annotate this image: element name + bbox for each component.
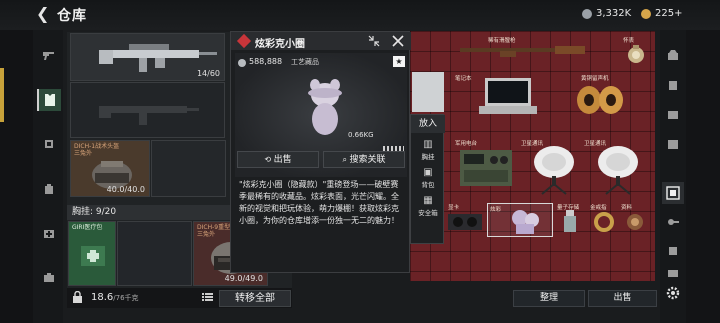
page-title: 仓库 xyxy=(57,8,87,24)
lock-icon[interactable] xyxy=(72,290,84,303)
empty-slot[interactable] xyxy=(151,140,226,197)
medkit-item-icon xyxy=(81,246,105,266)
currency-1-value: 3,332K xyxy=(596,8,632,19)
label-laptop: 笔记本 xyxy=(455,76,472,82)
collapse-icon[interactable] xyxy=(368,35,380,47)
popup-title: 炫彩克小圈 xyxy=(255,39,305,50)
coin-silver-icon xyxy=(582,8,592,19)
weapon-slot-rifle[interactable]: 14/60 xyxy=(70,33,225,81)
item-detail-popup: 炫彩克小圈 ★ 588,888 工艺藏品 0.66KG ⟲ 出售 ⌕ 搜索关联 … xyxy=(230,31,411,273)
medkit-icon[interactable] xyxy=(37,222,61,244)
military-radio-image[interactable] xyxy=(458,146,514,190)
safebox-icon: ▦ xyxy=(423,195,433,206)
price-coin-icon xyxy=(238,59,246,67)
sell-button[interactable]: ⟲ 出售 xyxy=(237,151,319,168)
backpack-icon: ▣ xyxy=(423,167,433,178)
sort-button[interactable]: 整理 xyxy=(513,290,585,307)
pocket-watch-image[interactable] xyxy=(625,43,647,65)
label-figure: 炫彩 xyxy=(490,207,502,213)
put-in-vest-label: 胸挂 xyxy=(421,153,435,161)
metal-case-image[interactable] xyxy=(412,72,444,112)
gold-ring-image[interactable] xyxy=(593,211,615,233)
antique-rifle-image[interactable] xyxy=(460,40,590,62)
keycard-icon[interactable] xyxy=(662,262,684,284)
currency-2-value: 225+ xyxy=(655,8,683,19)
grid-empty-1[interactable] xyxy=(117,221,192,286)
weight-max: /76千克 xyxy=(113,294,139,302)
laptop-image[interactable] xyxy=(479,76,537,116)
search-related-button[interactable]: ⌕ 搜索关联 xyxy=(323,151,405,168)
helmet-icon[interactable] xyxy=(37,133,61,155)
sell-all-button[interactable]: 出售 xyxy=(588,290,657,307)
transfer-all-button[interactable]: 转移全部 xyxy=(219,290,291,307)
popup-header: 炫彩克小圈 xyxy=(231,32,411,50)
back-arrow-icon[interactable]: ❮ xyxy=(36,6,50,22)
gramophone-image[interactable] xyxy=(575,78,625,118)
figure-thumbnail-image xyxy=(512,210,539,234)
helmet-durability: 40.0/40.0 xyxy=(106,185,145,194)
figure-slot-selected[interactable]: 炫彩 xyxy=(487,203,553,237)
close-icon[interactable] xyxy=(392,35,404,47)
key-icon[interactable] xyxy=(662,211,684,233)
weapon-ammo-count: 14/60 xyxy=(196,69,220,78)
figure-image xyxy=(308,79,342,135)
put-in-safebox-label: 安全箱 xyxy=(418,209,438,217)
coin-gold-icon xyxy=(641,8,651,19)
satellite-dish-1-image[interactable] xyxy=(532,144,580,196)
list-icon[interactable] xyxy=(202,292,213,302)
briefcase-icon[interactable] xyxy=(37,266,61,288)
chest-icon[interactable] xyxy=(662,133,684,155)
label-ring: 金戒指 xyxy=(590,205,607,211)
collection-tab-active[interactable] xyxy=(662,182,684,204)
put-in-vest[interactable]: ▥ 胸挂 xyxy=(411,137,445,161)
usb-drive-image[interactable] xyxy=(563,210,577,234)
put-in-title: 放入 xyxy=(411,115,445,133)
currency-2[interactable]: 225+ xyxy=(641,8,682,19)
weight-readout: 18.6/76千克 xyxy=(91,292,139,303)
helmet-slot[interactable]: DICH-1战术头盔 三兔外 40.0/40.0 xyxy=(70,140,150,197)
search-related-label: 搜索关联 xyxy=(349,155,386,165)
right-edge xyxy=(686,30,720,323)
helmet-name: DICH-1战术头盔 xyxy=(74,143,120,150)
item-weight: 0.66KG xyxy=(348,131,374,139)
sell-icon: ⟲ xyxy=(264,155,274,164)
weapon-slot-empty[interactable] xyxy=(70,82,225,138)
item-category: 工艺藏品 xyxy=(291,58,319,66)
label-other: 资料 xyxy=(621,205,633,211)
search-icon: ⌕ xyxy=(342,155,350,164)
armor-icon[interactable] xyxy=(662,74,684,96)
chip-icon[interactable] xyxy=(662,240,684,262)
second-helmet-durability: 49.0/49.0 xyxy=(224,274,263,283)
favorite-star-icon[interactable]: ★ xyxy=(393,56,405,67)
rarity-diamond-icon xyxy=(236,33,252,49)
vest-icon: ▥ xyxy=(423,139,433,150)
collectible-image[interactable] xyxy=(624,211,646,233)
graphics-card-image[interactable] xyxy=(448,210,482,232)
weight-value: 18.6 xyxy=(91,292,114,303)
put-in-safebox[interactable]: ▦ 安全箱 xyxy=(411,193,445,217)
green-item-label: GIRI医疗包 xyxy=(72,224,103,231)
satellite-dish-2-image[interactable] xyxy=(596,144,644,196)
left-edge xyxy=(0,30,33,323)
rifle-icon[interactable] xyxy=(37,44,61,66)
shop-icon[interactable] xyxy=(662,44,684,66)
gear-icon[interactable] xyxy=(662,282,684,304)
put-in-backpack-label: 背包 xyxy=(421,181,435,189)
put-in-panel: 放入 ▥ 胸挂 ▣ 背包 ▦ 安全箱 xyxy=(410,114,445,244)
armor-icon[interactable] xyxy=(37,89,61,111)
item-description: "炫彩克小圈（隐藏款）"重磅登场——破壁赛季最稀有的收藏品。炫彩表面，光芒闪耀。… xyxy=(239,180,399,225)
currency-1: 3,332K xyxy=(582,8,631,19)
rifle-silhouette-icon xyxy=(99,106,199,125)
green-item-slot[interactable]: GIRI医疗包 xyxy=(68,221,116,286)
item-price: 588,888 xyxy=(249,57,283,66)
sell-button-label: 出售 xyxy=(273,155,292,165)
backpack-icon[interactable] xyxy=(37,178,61,200)
put-in-backpack[interactable]: ▣ 背包 xyxy=(411,165,445,189)
case-icon[interactable] xyxy=(662,103,684,125)
